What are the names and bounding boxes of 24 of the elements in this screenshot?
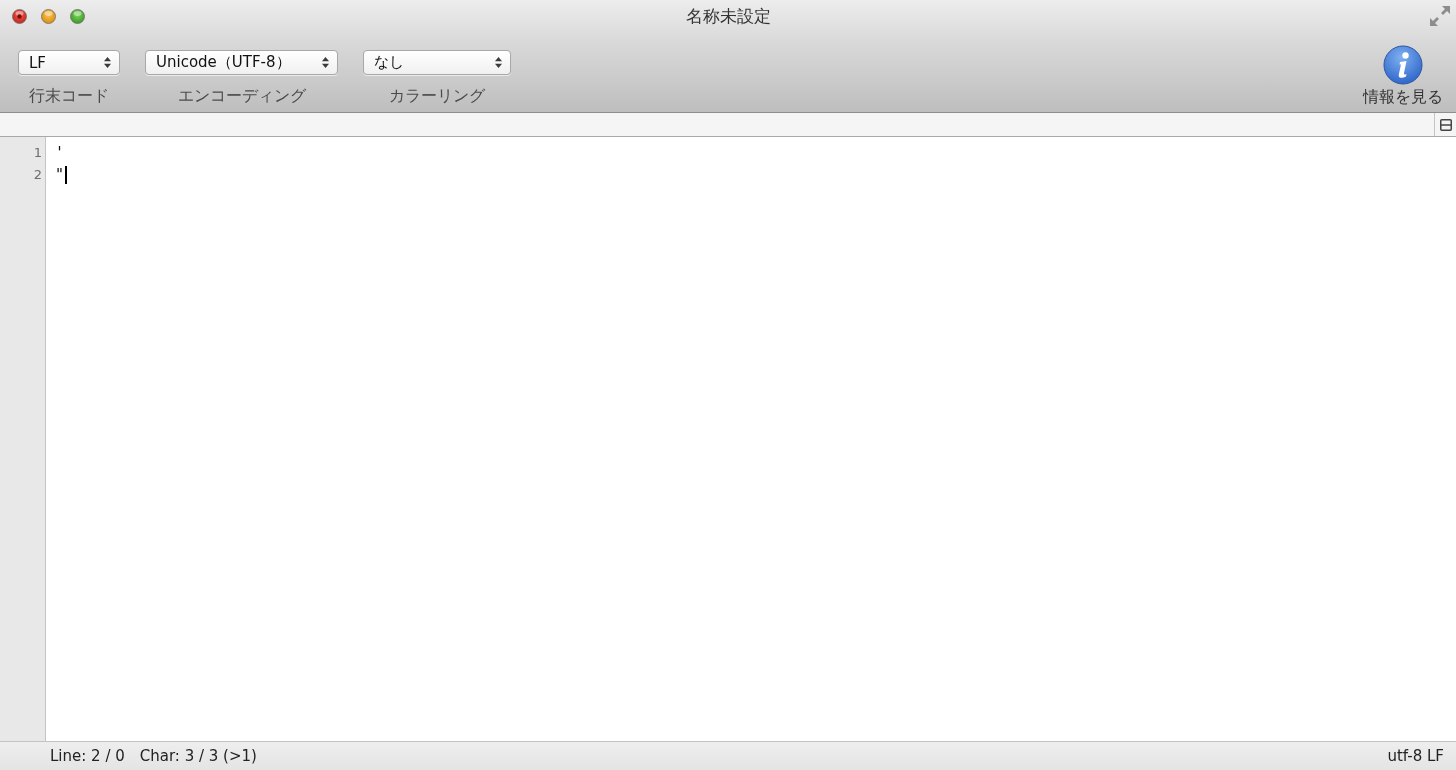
close-icon[interactable]: [12, 8, 27, 24]
dropdown-label: 行末コード: [29, 86, 109, 106]
updown-arrows-icon: [322, 57, 329, 68]
text-line: ': [55, 143, 65, 164]
line-info: Line: 2 / 0: [50, 746, 125, 766]
dropdown[interactable]: LF: [18, 50, 120, 75]
fullscreen-icon[interactable]: [1430, 6, 1450, 26]
zoom-icon[interactable]: [70, 8, 85, 24]
dropdown[interactable]: Unicode（UTF-8）: [145, 50, 338, 75]
updown-arrows-icon: [104, 57, 111, 68]
updown-arrows-icon: [495, 57, 502, 68]
line-number: 2: [33, 166, 43, 184]
minimize-icon[interactable]: [41, 8, 56, 24]
window-title: 名称未設定: [685, 5, 771, 27]
info-icon: [1383, 45, 1423, 85]
char-info: Char: 3 / 3 (>1): [139, 746, 257, 766]
encoding-info: utf-8 LF: [1387, 746, 1444, 766]
dropdown[interactable]: なし: [363, 50, 511, 75]
text-line: ": [55, 165, 65, 186]
dropdown-label: エンコーディング: [177, 86, 306, 106]
info-button[interactable]: 情報を見る: [1363, 45, 1443, 107]
line-number: 1: [33, 144, 43, 162]
dropdown-label: カラーリング: [389, 86, 485, 106]
split-view-icon[interactable]: [1439, 118, 1452, 131]
